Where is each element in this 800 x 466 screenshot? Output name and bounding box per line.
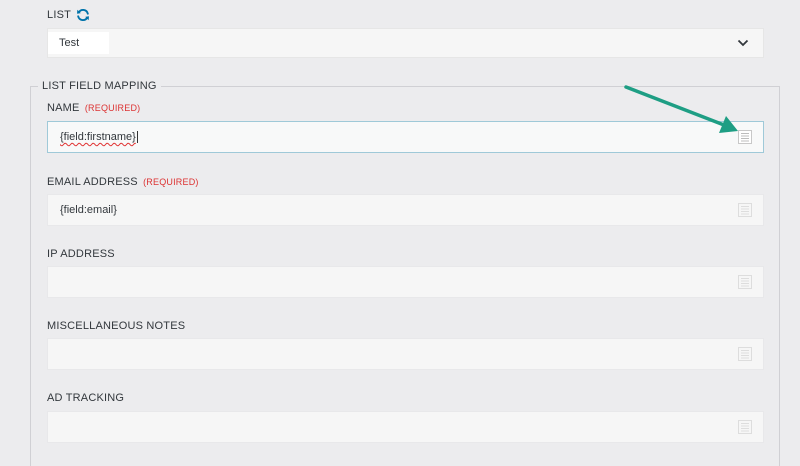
name-field-value: {field:firstname} [60,131,138,143]
name-required-tag: (REQUIRED) [84,103,141,113]
misc-notes-field[interactable] [47,338,764,370]
list-label: LIST [47,9,72,21]
refresh-icon[interactable] [76,8,90,22]
list-label-row: LIST [47,8,90,22]
merge-tag-icon[interactable] [738,275,752,289]
chevron-down-icon [737,39,749,47]
list-select-value: Test [48,32,110,54]
ad-tracking-label-text: AD TRACKING [47,392,125,404]
misc-notes-label-text: MISCELLANEOUS NOTES [47,320,186,332]
email-label: EMAIL ADDRESS (REQUIRED) [47,176,199,188]
misc-notes-label: MISCELLANEOUS NOTES [47,320,185,332]
ad-tracking-label: AD TRACKING [47,392,124,404]
email-field-value: {field:email} [60,204,117,216]
ip-address-label-text: IP ADDRESS [47,248,115,260]
name-field[interactable]: {field:firstname} [47,121,764,153]
email-label-text: EMAIL ADDRESS [47,176,138,188]
field-mapping-legend: LIST FIELD MAPPING [38,80,161,92]
merge-tag-icon[interactable] [738,130,752,144]
merge-tag-icon[interactable] [738,203,752,217]
ip-address-field[interactable] [47,266,764,298]
name-label: NAME (REQUIRED) [47,102,140,114]
merge-tag-icon[interactable] [738,420,752,434]
name-field-text: {field:firstname} [60,131,136,143]
text-caret [136,131,138,143]
email-field[interactable]: {field:email} [47,194,764,226]
ad-tracking-field[interactable] [47,411,764,443]
email-required-tag: (REQUIRED) [143,177,199,187]
name-label-text: NAME [47,102,80,114]
merge-tag-icon[interactable] [738,347,752,361]
ip-address-label: IP ADDRESS [47,248,115,260]
list-select[interactable]: Test [47,28,764,58]
